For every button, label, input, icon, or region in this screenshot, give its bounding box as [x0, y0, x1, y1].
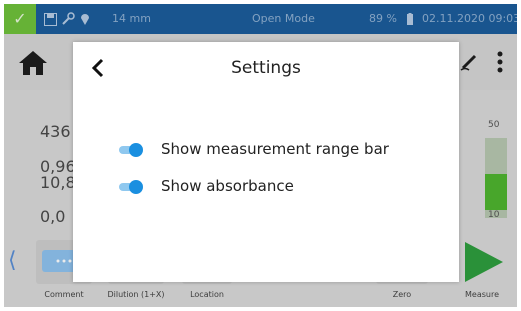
range-bar-toggle[interactable] [117, 142, 143, 158]
setting-row-absorbance: Show absorbance [117, 175, 437, 199]
settings-dialog: Settings Show measurement range bar Show… [73, 42, 459, 282]
setting-row-range-bar: Show measurement range bar [117, 138, 437, 162]
dialog-title: Settings [231, 58, 301, 78]
device-screen: ✓ 14 mm Open Mode 89 % 02.11.2020 09:03 … [4, 4, 517, 307]
range-bar-setting-label: Show measurement range bar [161, 140, 389, 158]
absorbance-setting-label: Show absorbance [161, 177, 294, 195]
absorbance-toggle[interactable] [117, 179, 143, 195]
